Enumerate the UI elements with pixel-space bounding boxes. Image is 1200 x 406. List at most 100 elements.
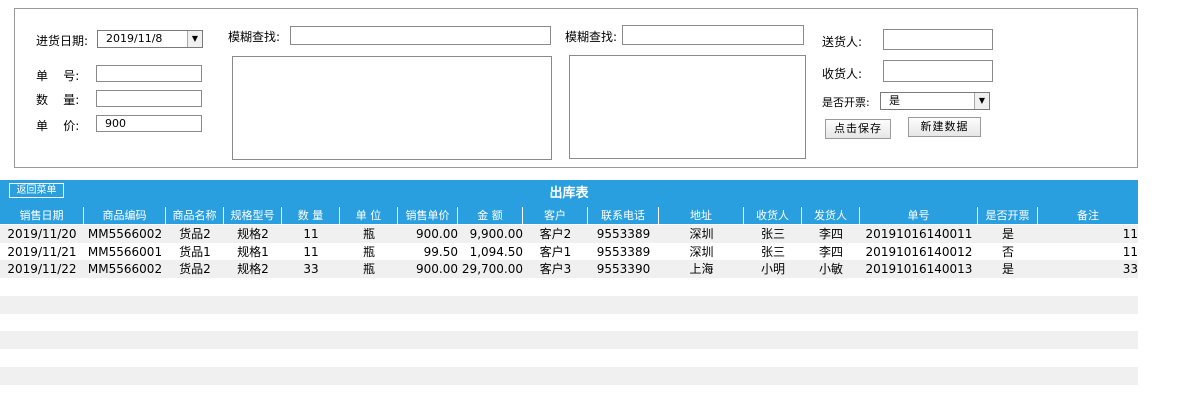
- cell-address: 上海: [689, 262, 714, 276]
- cell-invoice: 是: [1001, 262, 1014, 276]
- col-header-invoice[interactable]: 是否开票: [978, 207, 1038, 224]
- receiver-input[interactable]: [883, 60, 993, 82]
- cell-sale-date: 2019/11/22: [7, 262, 77, 276]
- col-header-product-name[interactable]: 商品名称: [166, 207, 224, 224]
- cell-quantity: 33: [303, 262, 319, 276]
- cell-product-name: 货品1: [179, 245, 211, 259]
- invoice-value: 是: [889, 94, 900, 107]
- col-header-remarks[interactable]: 备注: [1038, 207, 1138, 224]
- new-record-button[interactable]: 新建数据: [908, 117, 981, 137]
- sender-input[interactable]: [883, 29, 993, 50]
- fuzzy-search-label-2: 模糊查找:: [565, 30, 618, 44]
- fuzzy-search-input-1[interactable]: [290, 26, 551, 45]
- order-no-label: 单 号:: [36, 69, 80, 83]
- cell-customer: 客户2: [539, 227, 572, 241]
- col-header-amount[interactable]: 金 额: [458, 207, 523, 224]
- cell-remarks: 33: [1122, 262, 1138, 276]
- table-header-row: 销售日期 商品编码 商品名称 规格型号 数 量 单 位 销售单价 金 额 客户 …: [0, 207, 1138, 224]
- col-header-quantity[interactable]: 数 量: [282, 207, 340, 224]
- table-row-stripe: [0, 331, 1138, 349]
- cell-quantity: 11: [303, 245, 319, 259]
- cell-product-code: MM5566002: [87, 227, 163, 241]
- cell-sender: 小敏: [818, 262, 843, 276]
- table-row-stripe: [0, 296, 1138, 314]
- cell-quantity: 11: [303, 227, 319, 241]
- order-no-input[interactable]: [96, 65, 202, 82]
- invoice-label: 是否开票:: [822, 96, 870, 109]
- fuzzy-search-label-1: 模糊查找:: [228, 30, 281, 44]
- cell-sale-date: 2019/11/21: [7, 245, 77, 259]
- cell-phone: 9553389: [596, 245, 651, 259]
- col-header-sale-date[interactable]: 销售日期: [0, 207, 84, 224]
- chevron-down-icon[interactable]: ▼: [187, 31, 202, 47]
- cell-address: 深圳: [689, 227, 714, 241]
- purchase-date-picker[interactable]: 2019/11/8 ▼: [97, 30, 203, 48]
- col-header-sender[interactable]: 发货人: [802, 207, 860, 224]
- invoice-select[interactable]: 是 ▼: [880, 92, 990, 110]
- cell-unit-price: 900.00: [416, 262, 458, 276]
- col-header-order-no[interactable]: 单号: [860, 207, 978, 224]
- cell-receiver: 张三: [760, 245, 785, 259]
- col-header-unit-price[interactable]: 销售单价: [398, 207, 458, 224]
- price-label: 单 价:: [36, 119, 80, 133]
- col-header-unit[interactable]: 单 位: [340, 207, 398, 224]
- col-header-receiver[interactable]: 收货人: [744, 207, 802, 224]
- cell-product-code: MM5566001: [87, 245, 163, 259]
- cell-amount: 1,094.50: [469, 245, 523, 259]
- quantity-label: 数 量:: [36, 93, 80, 107]
- cell-customer: 客户3: [539, 262, 572, 276]
- cell-spec: 规格2: [237, 262, 269, 276]
- cell-unit: 瓶: [362, 227, 375, 241]
- cell-invoice: 否: [1001, 245, 1014, 259]
- col-header-address[interactable]: 地址: [659, 207, 744, 224]
- cell-spec: 规格2: [237, 227, 269, 241]
- cell-unit-price: 900.00: [416, 227, 458, 241]
- table-title: 出库表: [549, 186, 589, 201]
- cell-product-name: 货品2: [179, 262, 211, 276]
- cell-receiver: 张三: [760, 227, 785, 241]
- cell-customer: 客户1: [539, 245, 572, 259]
- quantity-input[interactable]: [96, 90, 202, 107]
- col-header-product-code[interactable]: 商品编码: [84, 207, 166, 224]
- chevron-down-icon[interactable]: ▼: [974, 93, 989, 109]
- cell-order-no: 20191016140013: [865, 262, 973, 276]
- cell-product-code: MM5566002: [87, 262, 163, 276]
- cell-address: 深圳: [689, 245, 714, 259]
- cell-unit: 瓶: [362, 245, 375, 259]
- cell-amount: 29,700.00: [461, 262, 523, 276]
- entry-form-panel: 进货日期: 2019/11/8 ▼ 单 号: 数 量: 单 价: 900 模糊查…: [14, 8, 1138, 168]
- cell-order-no: 20191016140011: [865, 227, 973, 241]
- cell-sale-date: 2019/11/20: [7, 227, 77, 241]
- col-header-spec[interactable]: 规格型号: [224, 207, 282, 224]
- table-row-stripe: [0, 367, 1138, 385]
- table-row[interactable]: 2019/11/20 MM5566002 货品2 规格2 11 瓶 900.00…: [0, 225, 1138, 243]
- cell-receiver: 小明: [760, 262, 785, 276]
- cell-remarks: 11: [1122, 227, 1138, 241]
- cell-phone: 9553390: [596, 262, 651, 276]
- table-row[interactable]: 2019/11/22 MM5566002 货品2 规格2 33 瓶 900.00…: [0, 260, 1138, 278]
- purchase-date-value: 2019/11/8: [106, 32, 163, 45]
- cell-spec: 规格1: [237, 245, 269, 259]
- cell-invoice: 是: [1001, 227, 1014, 241]
- cell-sender: 李四: [818, 227, 843, 241]
- table-title-bar: 返回菜单 出库表: [0, 180, 1138, 207]
- fuzzy-results-list-1[interactable]: [232, 56, 552, 160]
- cell-remarks: 11: [1122, 245, 1138, 259]
- cell-order-no: 20191016140012: [865, 245, 973, 259]
- save-button[interactable]: 点击保存: [825, 119, 891, 139]
- fuzzy-results-list-2[interactable]: [569, 55, 806, 159]
- price-value: 900: [105, 117, 126, 130]
- cell-unit-price: 99.50: [423, 245, 458, 259]
- table-row[interactable]: 2019/11/21 MM5566001 货品1 规格1 11 瓶 99.50 …: [0, 243, 1138, 261]
- col-header-customer[interactable]: 客户: [523, 207, 588, 224]
- price-input[interactable]: 900: [96, 115, 202, 132]
- cell-sender: 李四: [818, 245, 843, 259]
- cell-unit: 瓶: [362, 262, 375, 276]
- sender-label: 送货人:: [822, 35, 863, 49]
- receiver-label: 收货人:: [822, 67, 863, 81]
- col-header-phone[interactable]: 联系电话: [588, 207, 659, 224]
- purchase-date-label: 进货日期:: [36, 34, 89, 48]
- fuzzy-search-input-2[interactable]: [622, 25, 804, 45]
- cell-phone: 9553389: [596, 227, 651, 241]
- cell-amount: 9,900.00: [469, 227, 523, 241]
